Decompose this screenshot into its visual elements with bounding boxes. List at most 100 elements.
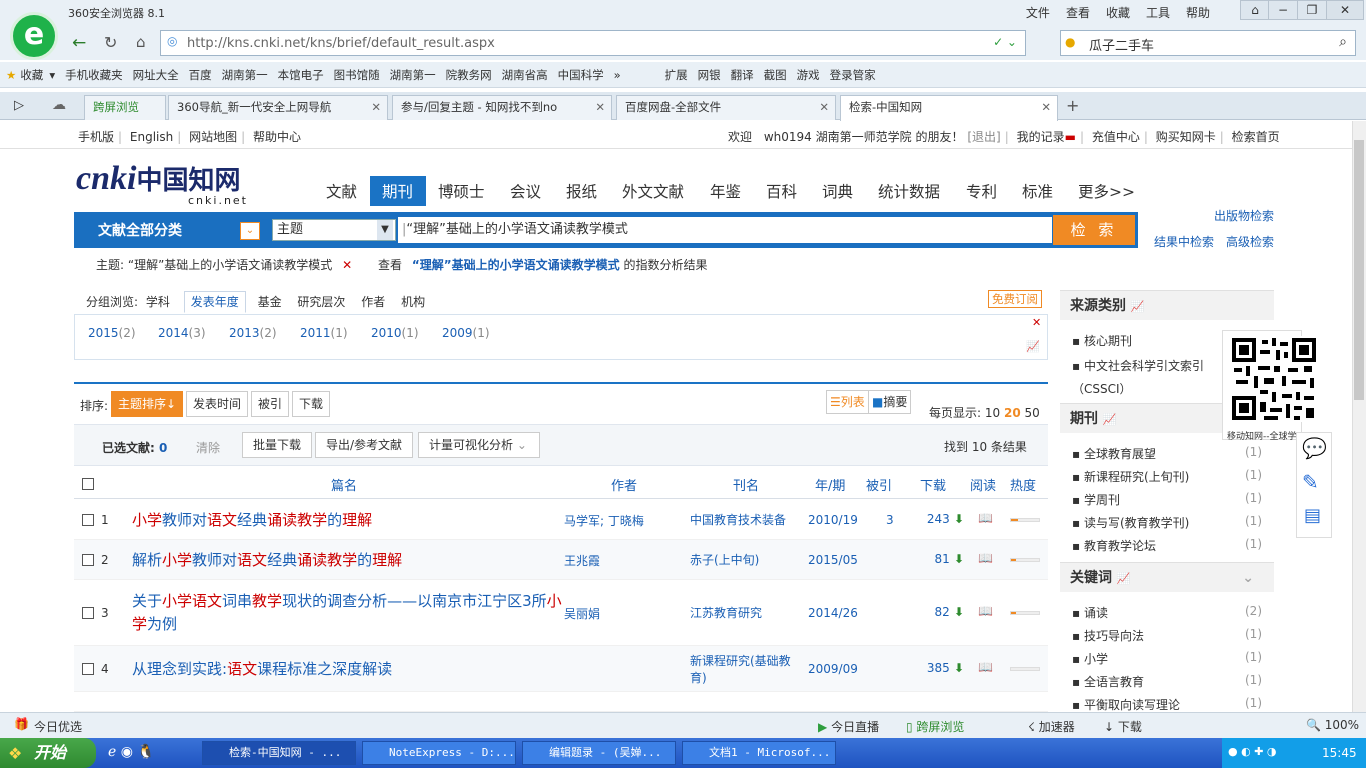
- year-2014[interactable]: 2014(3): [158, 326, 206, 340]
- table-row[interactable]: 2 解析小学教师对语文经典诵读教学的理解 王兆霞 赤子(上中旬) 2015/05 81 ⬇…: [74, 540, 1048, 580]
- tab-baidu-pan[interactable]: 百度网盘-全部文件 ✕: [616, 95, 836, 120]
- maximize-button[interactable]: ❐: [1297, 0, 1327, 20]
- issue[interactable]: 2014/26: [808, 606, 858, 620]
- bookmark[interactable]: 截图: [764, 67, 787, 83]
- subscribe-button[interactable]: 免费订阅: [988, 290, 1042, 308]
- link-english[interactable]: English: [130, 130, 173, 144]
- remove-query-icon[interactable]: ✕: [342, 258, 352, 272]
- live-link[interactable]: ▶ 今日直播: [818, 718, 879, 735]
- logout-link[interactable]: [退出]: [967, 130, 1000, 144]
- journal-item[interactable]: ▪ 教育教学论坛 (1): [1072, 537, 1268, 554]
- bookmark[interactable]: 湖南第一: [222, 67, 268, 83]
- nav-conference[interactable]: 会议: [510, 180, 541, 202]
- year-2013[interactable]: 2013(2): [229, 326, 277, 340]
- quicklaunch-icons[interactable]: ℯ ◉ 🐧: [108, 744, 155, 760]
- journal[interactable]: 江苏教育研究: [690, 605, 800, 622]
- minimize-button[interactable]: −: [1268, 0, 1298, 20]
- nav-encyclopedia[interactable]: 百科: [766, 180, 797, 202]
- download-count[interactable]: 81 ⬇: [924, 552, 964, 566]
- bookmark[interactable]: 院教务网: [446, 67, 492, 83]
- source-head[interactable]: 来源类别 📈: [1060, 290, 1274, 320]
- task-word[interactable]: 文档1 - Microsof...: [682, 741, 836, 765]
- per-page-50[interactable]: 50: [1025, 406, 1040, 420]
- bookmark[interactable]: 翻译: [731, 67, 754, 83]
- keyword-item[interactable]: ▪ 小学 (1): [1072, 650, 1268, 667]
- keyword-item[interactable]: ▪ 技巧导向法 (1): [1072, 627, 1268, 644]
- bookmark[interactable]: 扩展: [665, 67, 688, 83]
- year-2009[interactable]: 2009(1): [442, 326, 490, 340]
- select-all-checkbox[interactable]: [82, 478, 94, 490]
- journal[interactable]: 中国教育技术装备: [690, 512, 800, 529]
- cloud-icon[interactable]: ☁: [52, 97, 66, 113]
- buy-card-link[interactable]: 购买知网卡: [1156, 130, 1216, 144]
- bookmark[interactable]: 湖南第一: [390, 67, 436, 83]
- advanced-search-link[interactable]: 高级检索: [1226, 233, 1274, 250]
- all-category[interactable]: 文献全部分类: [98, 220, 182, 240]
- link-help[interactable]: 帮助中心: [253, 130, 301, 144]
- issue[interactable]: 2010/19: [808, 513, 858, 527]
- article-title[interactable]: 解析小学教师对语文经典诵读教学的理解: [132, 549, 562, 572]
- task-cnki[interactable]: 检索-中国知网 - ...: [202, 741, 356, 765]
- journal[interactable]: 赤子(上中旬): [690, 552, 800, 569]
- journal-head[interactable]: 期刊 📈: [1060, 403, 1222, 433]
- search-icon[interactable]: ⌕: [1339, 34, 1347, 50]
- table-row[interactable]: 4 从理念到实践:语文课程标准之深度解读 新课程研究(基础教育) 2009/09 385…: [74, 646, 1048, 692]
- read-icon[interactable]: 📖: [978, 604, 993, 618]
- recharge-link[interactable]: 充值中心: [1092, 130, 1140, 144]
- nav-newspaper[interactable]: 报纸: [566, 180, 597, 202]
- sort-date[interactable]: 发表时间: [186, 391, 249, 417]
- nav-foreign[interactable]: 外文文献: [622, 180, 684, 202]
- nav-statistics[interactable]: 统计数据: [878, 180, 940, 202]
- export-button[interactable]: 导出/参考文献: [315, 432, 414, 458]
- read-icon[interactable]: 📖: [978, 660, 993, 674]
- read-icon[interactable]: 📖: [978, 511, 993, 525]
- download-count[interactable]: 243 ⬇: [924, 512, 964, 526]
- search-field-select[interactable]: 主题 ▼: [272, 219, 396, 241]
- row-checkbox[interactable]: [82, 663, 94, 675]
- year-2010[interactable]: 2010(1): [371, 326, 419, 340]
- keyword-item[interactable]: ▪ 平衡取向读写理论 (1): [1072, 696, 1268, 713]
- comment-icon[interactable]: 💬: [1302, 436, 1327, 460]
- close-button[interactable]: ✕: [1326, 0, 1364, 20]
- menu-tools[interactable]: 工具: [1146, 4, 1170, 21]
- search-button[interactable]: 检 索: [1053, 215, 1135, 245]
- sort-relevance[interactable]: 主题排序↓: [111, 391, 184, 417]
- group-fund[interactable]: 基金: [258, 295, 282, 309]
- task-edit-record[interactable]: 编辑题录 - (吴婵...: [522, 741, 676, 765]
- journal-item[interactable]: ▪ 读与写(教育教学刊) (1): [1072, 514, 1268, 531]
- tab-cnki[interactable]: 检索-中国知网 ✕: [840, 95, 1058, 121]
- download-link[interactable]: ↓ 下载: [1104, 718, 1142, 735]
- row-checkbox[interactable]: [82, 607, 94, 619]
- group-year[interactable]: 发表年度: [183, 291, 246, 313]
- nav-patent[interactable]: 专利: [966, 180, 997, 202]
- clear-selection[interactable]: 清除: [196, 439, 220, 456]
- keyword-head[interactable]: 关键词 📈 ⌄: [1060, 562, 1274, 592]
- menu-file[interactable]: 文件: [1026, 4, 1050, 21]
- visual-analysis-button[interactable]: 计量可视化分析 ⌄: [418, 432, 540, 458]
- back-icon[interactable]: ←: [72, 33, 86, 53]
- sidebar-toggle-icon[interactable]: ▷: [14, 98, 24, 113]
- menu-help[interactable]: 帮助: [1186, 4, 1210, 21]
- issue[interactable]: 2009/09: [808, 662, 858, 676]
- source-item[interactable]: ▪ 中文社会科学引文索引（CSSCI）: [1072, 355, 1220, 401]
- bookmark[interactable]: 游戏: [797, 67, 820, 83]
- year-2011[interactable]: 2011(1): [300, 326, 348, 340]
- download-count[interactable]: 385 ⬇: [924, 661, 964, 675]
- table-row[interactable]: 1 小学教师对语文经典诵读教学的理解 马学军; 丁晓梅 中国教育技术装备 2010/19…: [74, 500, 1048, 540]
- bookmark[interactable]: 湖南省高: [502, 67, 548, 83]
- row-checkbox[interactable]: [82, 554, 94, 566]
- search-box[interactable]: ● 瓜子二手车 ⌕: [1060, 30, 1356, 56]
- bookmark[interactable]: 登录管家: [830, 67, 876, 83]
- tab-360-nav[interactable]: 360导航_新一代安全上网导航 ✕: [168, 95, 388, 120]
- bookmark[interactable]: 百度: [189, 67, 212, 83]
- journal-item[interactable]: ▪ 学周刊 (1): [1072, 491, 1268, 508]
- document-icon[interactable]: ▤: [1304, 505, 1321, 526]
- refresh-icon[interactable]: ↻: [104, 33, 117, 52]
- skin-button[interactable]: ⌂: [1240, 0, 1270, 20]
- link-sitemap[interactable]: 网站地图: [189, 130, 237, 144]
- accelerator-link[interactable]: ☇ 加速器: [1028, 718, 1075, 735]
- search-home-link[interactable]: 检索首页: [1232, 130, 1280, 144]
- keyword-item[interactable]: ▪ 诵读 (2): [1072, 604, 1268, 621]
- cited-count[interactable]: 3: [886, 513, 894, 527]
- bookmark[interactable]: 本馆电子: [278, 67, 324, 83]
